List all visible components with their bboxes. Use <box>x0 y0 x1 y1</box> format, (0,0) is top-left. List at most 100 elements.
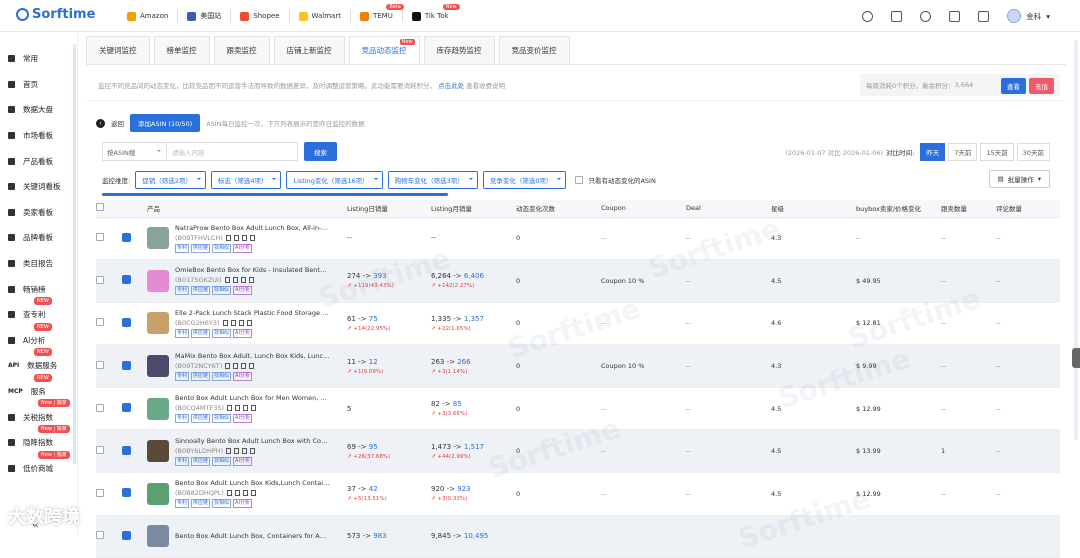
sidebar-scrollbar[interactable] <box>73 44 76 464</box>
platform-amazon[interactable]: Amazon <box>118 0 177 32</box>
monthly-sales-current[interactable]: 6,406 <box>464 272 484 280</box>
product-tag[interactable]: AI分析 <box>233 499 252 508</box>
row-checkbox[interactable] <box>96 531 104 539</box>
platform-tik-tok[interactable]: Tik TokNew <box>403 0 458 32</box>
product-tag[interactable]: 供应链 <box>191 372 210 381</box>
sidebar-item-7[interactable]: 品牌看板 <box>0 225 77 251</box>
copy-icon[interactable] <box>231 320 236 326</box>
bell-icon[interactable] <box>920 11 931 22</box>
row-checkbox[interactable] <box>96 318 104 326</box>
table-row[interactable]: MaMix Bento Box Adult, Lunch Box Kids, L… <box>96 345 1060 388</box>
product-tag[interactable]: 找相似 <box>212 499 231 508</box>
pricing-link[interactable]: 点击此处 <box>438 82 464 90</box>
monthly-sales-current[interactable]: 923 <box>457 485 470 493</box>
copy-icon[interactable] <box>227 490 232 496</box>
product-tag[interactable]: 找相似 <box>212 372 231 381</box>
product-tag[interactable]: 供应链 <box>191 499 210 508</box>
table-row[interactable]: Bento Box Adult Lunch Box Kids,Lunch Con… <box>96 473 1060 516</box>
side-handle[interactable] <box>1072 348 1080 368</box>
product-thumbnail[interactable] <box>147 227 169 249</box>
product-tag[interactable]: 专利 <box>175 372 189 381</box>
sidebar-item-1[interactable]: 首页 <box>0 72 77 98</box>
gear-icon[interactable] <box>122 275 131 284</box>
gear-icon[interactable] <box>122 318 131 327</box>
daily-sales-current[interactable]: 42 <box>369 485 378 493</box>
sidebar-item-0[interactable]: 常用 <box>0 46 77 72</box>
sidebar-item-8[interactable]: 类目报告 <box>0 251 77 277</box>
user-menu[interactable]: 金科 ▾ <box>1007 9 1050 23</box>
product-thumbnail[interactable] <box>147 525 169 547</box>
product-tag[interactable]: 专利 <box>175 286 189 295</box>
row-checkbox[interactable] <box>96 446 104 454</box>
filter-dropdown-0[interactable]: 促销（筛选2项） <box>135 171 206 189</box>
star-icon[interactable] <box>249 277 254 283</box>
gear-icon[interactable] <box>122 446 131 455</box>
star-icon[interactable] <box>250 235 255 241</box>
filter-dropdown-3[interactable]: 购物车变化（筛选3项） <box>388 171 478 189</box>
sidebar-item-16[interactable]: 低价商城New | 独家 <box>0 456 77 482</box>
search-button[interactable]: 搜索 <box>304 142 337 161</box>
filter-dropdown-1[interactable]: 标志（筛选4项） <box>211 171 282 189</box>
download-icon[interactable] <box>978 11 989 22</box>
table-row[interactable]: Elle 2-Pack Lunch Stack Plastic Food Sto… <box>96 302 1060 345</box>
gear-icon[interactable] <box>122 233 131 242</box>
back-icon[interactable]: ‹ <box>96 119 105 128</box>
copy-icon[interactable] <box>226 448 231 454</box>
tab-5[interactable]: 库存趋势监控 <box>424 36 495 64</box>
table-row[interactable]: OmieBox Bento Box for Kids - Insulated B… <box>96 260 1060 303</box>
amazon-icon[interactable] <box>242 235 247 241</box>
product-asin[interactable]: (B017SGKZUI) <box>175 276 222 284</box>
brand-logo[interactable]: Sorftime <box>16 7 95 22</box>
sidebar-item-2[interactable]: 数据大盘 <box>0 97 77 123</box>
product-tag[interactable]: 专利 <box>175 499 189 508</box>
tab-2[interactable]: 跟卖监控 <box>214 36 270 64</box>
table-row[interactable]: Bento Box Adult Lunch Box for Men Women,… <box>96 387 1060 430</box>
copy-icon[interactable] <box>225 277 230 283</box>
product-tag[interactable]: AI分析 <box>233 372 252 381</box>
star-icon[interactable] <box>251 405 256 411</box>
amazon-icon[interactable] <box>241 277 246 283</box>
gear-icon[interactable] <box>122 361 131 370</box>
tab-4[interactable]: 竞品动态监控New <box>349 36 420 64</box>
settings-icon[interactable] <box>862 11 873 22</box>
platform-美国站[interactable]: 美国站 <box>178 0 230 32</box>
copy-icon[interactable] <box>235 490 240 496</box>
product-title[interactable]: OmieBox Bento Box for Kids - Insulated B… <box>175 266 330 274</box>
search-input[interactable]: 请输入内容 <box>166 142 298 161</box>
product-tag[interactable]: 专利 <box>175 414 189 423</box>
product-tag[interactable]: 供应链 <box>191 286 210 295</box>
product-title[interactable]: MaMix Bento Box Adult, Lunch Box Kids, L… <box>175 352 330 360</box>
date-option-3[interactable]: 30天前 <box>1017 143 1050 161</box>
page-scrollbar[interactable] <box>1074 40 1078 440</box>
product-tag[interactable]: 专利 <box>175 244 189 253</box>
platform-walmart[interactable]: Walmart <box>290 0 350 32</box>
batch-actions-button[interactable]: ▤ 批量操作 ▾ <box>989 170 1050 188</box>
monthly-sales-current[interactable]: 1,517 <box>464 443 484 451</box>
copy-icon[interactable] <box>235 405 240 411</box>
copy-icon[interactable] <box>227 405 232 411</box>
product-tag[interactable]: 专利 <box>175 329 189 338</box>
daily-sales-current[interactable]: 75 <box>369 315 378 323</box>
product-thumbnail[interactable] <box>147 270 169 292</box>
sidebar-item-4[interactable]: 产品看板 <box>0 148 77 174</box>
copy-icon[interactable] <box>234 448 239 454</box>
product-thumbnail[interactable] <box>147 355 169 377</box>
fullscreen-icon[interactable] <box>891 11 902 22</box>
product-tag[interactable]: AI分析 <box>233 244 252 253</box>
tab-0[interactable]: 关键词监控 <box>86 36 150 64</box>
table-row[interactable]: Bento Box Adult Lunch Box, Containers fo… <box>96 515 1060 558</box>
tab-3[interactable]: 店铺上新监控 <box>274 36 345 64</box>
product-title[interactable]: Sinnoally Bento Box Adult Lunch Box with… <box>175 437 330 445</box>
product-title[interactable]: Elle 2-Pack Lunch Stack Plastic Food Sto… <box>175 309 330 317</box>
date-option-1[interactable]: 7天前 <box>948 143 977 161</box>
row-checkbox[interactable] <box>96 233 104 241</box>
copy-icon[interactable] <box>233 277 238 283</box>
daily-sales-current[interactable]: 12 <box>369 358 378 366</box>
product-tag[interactable]: 供应链 <box>191 244 210 253</box>
product-tag[interactable]: 找相似 <box>212 286 231 295</box>
recharge-button[interactable]: 充值 <box>1029 78 1054 94</box>
daily-sales-current[interactable]: 983 <box>373 532 386 540</box>
product-tag[interactable]: 找相似 <box>212 457 231 466</box>
product-title[interactable]: Bento Box Adult Lunch Box, Containers fo… <box>175 532 330 540</box>
view-points-button[interactable]: 查看 <box>1001 78 1026 94</box>
